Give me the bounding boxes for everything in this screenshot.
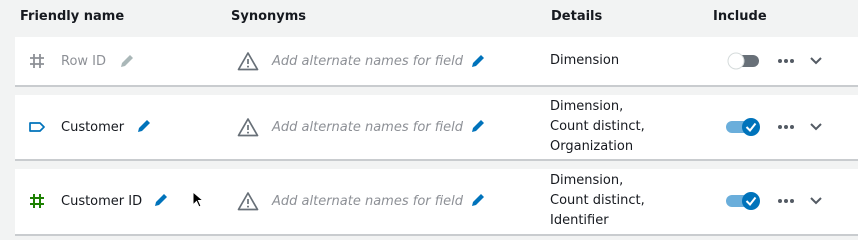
more-options-icon[interactable] (777, 58, 795, 64)
edit-synonyms-pencil-icon[interactable] (470, 192, 486, 208)
details-line: Count distinct, (550, 119, 645, 134)
column-header-friendly-name: Friendly name (20, 9, 125, 24)
field-name: Customer ID (61, 194, 143, 209)
synonyms-input[interactable]: Add alternate names for field (272, 194, 463, 209)
include-toggle[interactable] (725, 191, 761, 211)
details: Dimension (550, 51, 619, 71)
table-row: Customer Add alternate names for field D… (15, 95, 858, 161)
more-options-icon[interactable] (777, 198, 795, 204)
synonyms-input[interactable]: Add alternate names for field (272, 120, 463, 135)
mouse-cursor-icon (192, 191, 204, 208)
edit-name-pencil-icon[interactable] (136, 118, 152, 134)
table-row: Customer ID Add alternate names for fiel… (15, 169, 858, 236)
details-line: Count distinct, (550, 193, 645, 208)
warning-icon (237, 118, 259, 137)
edit-synonyms-pencil-icon[interactable] (470, 53, 486, 69)
hash-icon (30, 54, 44, 68)
edit-name-pencil-icon[interactable] (153, 192, 169, 208)
chevron-down-icon[interactable] (809, 122, 823, 132)
more-options-icon[interactable] (777, 124, 795, 130)
field-name: Row ID (61, 54, 107, 69)
column-header-details: Details (551, 9, 603, 24)
details-line: Dimension (550, 53, 620, 68)
details-line: Identifier (550, 213, 609, 228)
details-line: Dimension, (550, 99, 624, 114)
column-header-synonyms: Synonyms (231, 9, 307, 24)
edit-name-pencil-icon[interactable] (119, 53, 135, 69)
field-name: Customer (61, 120, 125, 135)
column-header-include: Include (713, 9, 767, 24)
chevron-down-icon[interactable] (809, 56, 823, 66)
details: Dimension, Count distinct, Identifier (550, 171, 645, 231)
synonyms-input[interactable]: Add alternate names for field (272, 54, 463, 69)
edit-synonyms-pencil-icon[interactable] (470, 118, 486, 134)
warning-icon (237, 52, 259, 71)
table-row: Row ID Add alternate names for field Dim… (15, 37, 858, 87)
details: Dimension, Count distinct, Organization (550, 97, 645, 157)
details-line: Dimension, (550, 173, 624, 188)
details-line: Organization (550, 139, 634, 154)
chevron-down-icon[interactable] (809, 196, 823, 206)
table-header: Friendly name Synonyms Details Include (0, 0, 858, 34)
warning-icon (237, 192, 259, 211)
include-toggle[interactable] (725, 51, 761, 71)
include-toggle[interactable] (725, 117, 761, 137)
tag-icon (29, 122, 45, 132)
hash-icon (30, 194, 44, 208)
